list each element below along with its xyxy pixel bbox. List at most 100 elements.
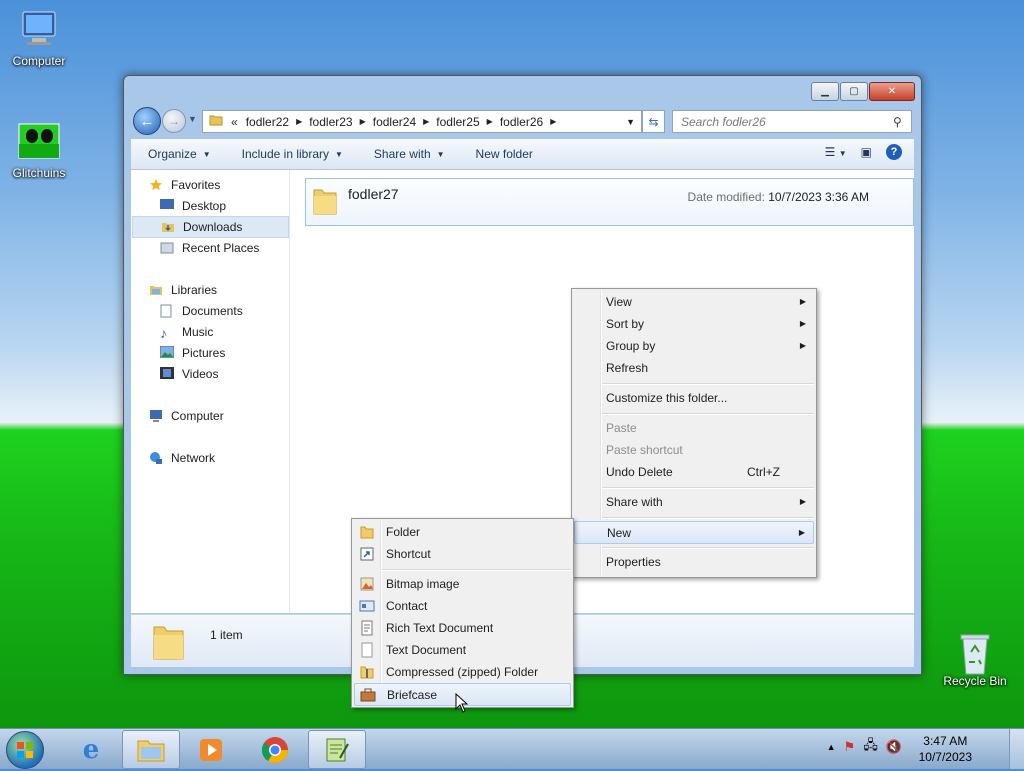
action-center-flag-icon[interactable]: ⚑ — [844, 739, 856, 755]
refresh-button[interactable]: ⇆ — [642, 110, 665, 133]
menu-item-new[interactable]: New ▶ — [574, 521, 814, 544]
bitmap-icon — [359, 576, 375, 592]
arrow-right-icon: → — [168, 114, 180, 128]
nav-label: Desktop — [182, 199, 227, 213]
nav-label: Network — [171, 451, 216, 465]
new-text-document-item[interactable]: Text Document — [354, 639, 571, 660]
nav-computer[interactable]: Computer — [149, 406, 305, 426]
briefcase-icon — [360, 687, 376, 703]
arrow-left-icon: ← — [139, 112, 155, 130]
share-with-button[interactable]: Share with ▼ — [357, 147, 459, 161]
preview-pane-icon[interactable]: ▣ — [861, 145, 872, 159]
search-box[interactable]: Search fodler26 ⚲ — [672, 110, 912, 133]
menu-label: Contact — [386, 598, 428, 613]
breadcrumb-separator-icon[interactable]: ▶ — [420, 117, 432, 126]
music-icon: ♪ — [160, 325, 167, 341]
folder-icon — [151, 623, 187, 666]
menu-item-properties[interactable]: Properties — [574, 551, 814, 572]
breadcrumb-separator-icon[interactable]: ▶ — [293, 117, 305, 126]
menu-item-group-by[interactable]: Group by ▶ — [574, 335, 814, 356]
menu-label: Paste — [606, 420, 637, 435]
view-options-icon[interactable]: ☰ ▼ — [825, 145, 847, 159]
clock[interactable]: 3:47 AM 10/7/2023 — [919, 733, 972, 765]
forward-button[interactable]: → — [162, 109, 186, 133]
image-file-icon — [17, 122, 61, 162]
new-submenu: Folder Shortcut Bitmap image Contact Ric… — [351, 518, 574, 708]
close-button[interactable]: ✕ — [869, 82, 915, 101]
new-folder-button[interactable]: New folder — [459, 147, 547, 161]
breadcrumb-fodler26[interactable]: fodler26 — [496, 115, 547, 129]
address-bar[interactable]: « fodler22 ▶ fodler23 ▶ fodler24 ▶ fodle… — [202, 110, 642, 133]
menu-label: Customize this folder... — [606, 390, 728, 405]
new-bitmap-item[interactable]: Bitmap image — [354, 573, 571, 594]
breadcrumb-fodler25[interactable]: fodler25 — [432, 115, 483, 129]
taskbar-internet-explorer[interactable]: e — [62, 730, 120, 769]
show-desktop-button[interactable] — [1009, 729, 1024, 769]
menu-item-sort-by[interactable]: Sort by ▶ — [574, 313, 814, 334]
help-icon[interactable]: ? — [886, 144, 902, 160]
desktop-icon-computer[interactable]: Computer — [1, 10, 77, 68]
new-contact-item[interactable]: Contact — [354, 595, 571, 616]
file-item-fodler27[interactable]: fodler27 Date modified: 10/7/2023 3:36 A… — [305, 178, 914, 226]
recent-pages-button[interactable]: ▼ — [188, 114, 197, 124]
breadcrumb-separator-icon[interactable]: ▶ — [357, 117, 369, 126]
taskbar-media-player[interactable] — [182, 730, 240, 769]
menu-item-undo-delete[interactable]: Undo Delete Ctrl+Z — [574, 461, 814, 482]
document-icon — [160, 304, 176, 318]
folder-icon — [203, 113, 227, 130]
mouse-cursor-icon — [455, 692, 469, 716]
new-shortcut-item[interactable]: Shortcut — [354, 543, 571, 564]
nav-downloads[interactable]: Downloads — [132, 216, 289, 238]
desktop-icon-recycle-bin[interactable]: Recycle Bin — [937, 630, 1013, 688]
desktop-icon-glitchuins[interactable]: Glitchuins — [1, 122, 77, 180]
breadcrumb-fodler23[interactable]: fodler23 — [305, 115, 356, 129]
folder-icon — [359, 524, 375, 540]
menu-separator — [602, 517, 814, 519]
new-rtf-item[interactable]: Rich Text Document — [354, 617, 571, 638]
menu-label: Shortcut — [386, 546, 431, 561]
address-dropdown-icon[interactable]: ▼ — [626, 117, 641, 127]
menu-label: Folder — [386, 524, 421, 539]
taskbar-windows-explorer[interactable] — [122, 730, 180, 769]
menu-item-customize[interactable]: Customize this folder... — [574, 387, 814, 408]
organize-button[interactable]: Organize ▼ — [131, 147, 225, 161]
breadcrumb-separator-icon[interactable]: ▶ — [547, 117, 559, 126]
nav-label: Pictures — [182, 346, 226, 360]
include-in-library-button[interactable]: Include in library ▼ — [225, 147, 357, 161]
new-zip-folder-item[interactable]: Compressed (zipped) Folder — [354, 661, 571, 682]
menu-item-refresh[interactable]: Refresh — [574, 357, 814, 378]
network-status-icon[interactable]: 🖧 — [863, 736, 878, 758]
taskbar-chrome[interactable] — [246, 730, 304, 769]
submenu-arrow-icon: ▶ — [799, 297, 806, 306]
menu-separator — [382, 569, 571, 571]
desktop-icon — [160, 199, 176, 213]
menu-item-view[interactable]: View ▶ — [574, 291, 814, 312]
nav-label: Recent Places — [182, 241, 260, 255]
breadcrumb-separator-icon[interactable]: ▶ — [484, 117, 496, 126]
clock-time: 3:47 AM — [923, 734, 968, 748]
breadcrumb-fodler24[interactable]: fodler24 — [369, 115, 420, 129]
downloads-folder-icon — [161, 220, 177, 234]
zip-folder-icon — [359, 664, 375, 680]
menu-label: Refresh — [606, 360, 649, 375]
menu-label: View — [606, 294, 632, 309]
breadcrumb-fodler22[interactable]: fodler22 — [242, 115, 293, 129]
menu-separator — [602, 487, 814, 489]
maximize-button[interactable]: ▢ — [840, 82, 868, 101]
menu-label: Compressed (zipped) Folder — [386, 664, 539, 679]
file-name: fodler27 — [348, 186, 399, 202]
taskbar-notepadpp[interactable] — [308, 730, 366, 769]
start-button[interactable] — [6, 731, 44, 769]
tray-expand-icon[interactable]: ▲ — [827, 742, 836, 752]
menu-separator — [602, 547, 814, 549]
volume-muted-icon[interactable]: 🔇 — [886, 739, 902, 755]
nav-network[interactable]: Network — [149, 448, 305, 468]
minimize-button[interactable]: ▁ — [811, 82, 839, 101]
nav-libraries[interactable]: Libraries — [149, 280, 305, 300]
breadcrumb-overflow[interactable]: « — [227, 115, 242, 129]
back-button[interactable]: ← — [133, 107, 161, 135]
menu-item-share-with[interactable]: Share with ▶ — [574, 491, 814, 512]
nav-favorites[interactable]: Favorites — [149, 175, 305, 195]
new-folder-item[interactable]: Folder — [354, 521, 571, 542]
menu-label: Group by — [606, 338, 656, 353]
